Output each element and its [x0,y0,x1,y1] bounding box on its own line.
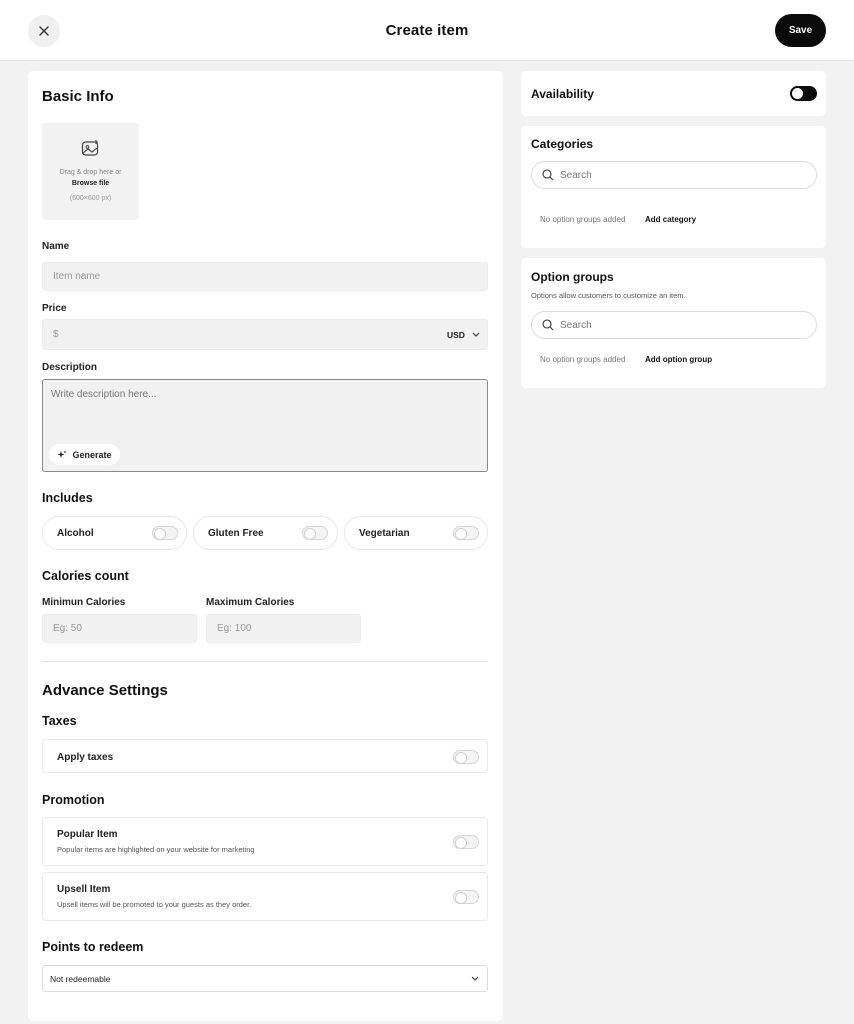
points-heading: Points to redeem [42,940,144,954]
description-textarea[interactable]: Write description here... Generate [42,379,488,472]
currency-selector[interactable]: USD [447,330,465,340]
vegetarian-toggle[interactable] [453,526,479,540]
include-gluten-free-label: Gluten Free [208,528,264,539]
apply-taxes-toggle[interactable] [453,750,479,764]
availability-card: Availability [521,71,826,116]
sparkle-icon [57,450,67,458]
description-placeholder: Write description here... [51,389,157,400]
include-vegetarian[interactable]: Vegetarian [344,516,488,550]
add-option-group-link[interactable]: Add option group [645,355,712,364]
include-gluten-free[interactable]: Gluten Free [193,516,338,550]
min-calories-label: Minimun Calories [42,597,126,608]
upload-size-hint: (600×600 px) [69,195,112,202]
apply-taxes-label: Apply taxes [57,752,114,763]
categories-heading: Categories [531,137,594,151]
popular-item-description: Popular items are highlighted on your we… [57,845,255,854]
chevron-down-icon [472,332,480,337]
option-groups-heading: Option groups [531,270,614,284]
taxes-heading: Taxes [42,714,77,728]
calories-heading: Calories count [42,569,129,583]
name-label: Name [42,241,70,252]
include-vegetarian-label: Vegetarian [359,528,410,539]
add-category-link[interactable]: Add category [645,215,696,224]
item-name-input[interactable]: Item name [42,262,488,291]
include-alcohol-label: Alcohol [57,528,94,539]
chevron-down-icon [471,976,479,981]
price-input[interactable]: $ USD [42,319,488,350]
upsell-item-row[interactable]: Upsell Item Upsell items will be promote… [42,872,488,921]
include-alcohol[interactable]: Alcohol [42,516,187,550]
section-divider [42,661,488,662]
option-groups-search-placeholder: Search [560,319,592,331]
advance-settings-heading: Advance Settings [42,682,168,699]
generate-button[interactable]: Generate [49,444,120,465]
save-button[interactable]: Save [775,14,826,47]
option-groups-search-input[interactable]: Search [531,311,817,339]
min-calories-input[interactable]: Eg: 50 [42,614,197,643]
browse-file-link[interactable]: Browse file [42,180,139,187]
upload-hint: Drag & drop here or [59,169,122,176]
popular-item-row[interactable]: Popular Item Popular items are highlight… [42,817,488,866]
popular-item-title: Popular Item [57,829,118,840]
description-label: Description [42,362,98,373]
gluten-free-toggle[interactable] [302,526,328,540]
upsell-item-title: Upsell Item [57,884,111,895]
categories-search-input[interactable]: Search [531,161,817,189]
search-icon [542,169,554,181]
image-upload-dropzone[interactable]: Drag & drop here or Browse file (600×600… [42,123,139,220]
availability-label: Availability [531,87,594,101]
price-label: Price [42,303,67,314]
search-icon [542,319,554,331]
basic-info-heading: Basic Info [42,88,114,105]
categories-empty-text: No option groups added [540,215,626,224]
option-groups-subtitle: Options allow customers to customize an … [531,291,686,300]
promotion-heading: Promotion [42,793,105,807]
max-calories-input[interactable]: Eg: 100 [206,614,361,643]
includes-heading: Includes [42,491,93,505]
upsell-item-description: Upsell items will be promoted to your gu… [57,900,252,909]
apply-taxes-row[interactable]: Apply taxes [42,739,488,773]
option-groups-card: Option groups Options allow customers to… [521,258,826,388]
alcohol-toggle[interactable] [152,526,178,540]
option-groups-empty-text: No option groups added [540,355,626,364]
image-upload-icon [81,140,99,156]
popular-item-toggle[interactable] [453,835,479,849]
generate-label: Generate [72,449,112,460]
points-select-value: Not redeemable [50,973,111,984]
upsell-item-toggle[interactable] [453,890,479,904]
page-title: Create item [385,22,469,39]
price-placeholder: $ [53,329,59,340]
availability-toggle[interactable] [790,86,817,101]
top-bar: Create item Save [0,0,854,61]
points-select[interactable]: Not redeemable [42,965,488,992]
basic-info-card: Basic Info Drag & drop here or Browse fi… [28,71,503,1021]
categories-search-placeholder: Search [560,169,592,181]
max-calories-label: Maximum Calories [206,597,295,608]
categories-card: Categories Search No option groups added… [521,126,826,248]
